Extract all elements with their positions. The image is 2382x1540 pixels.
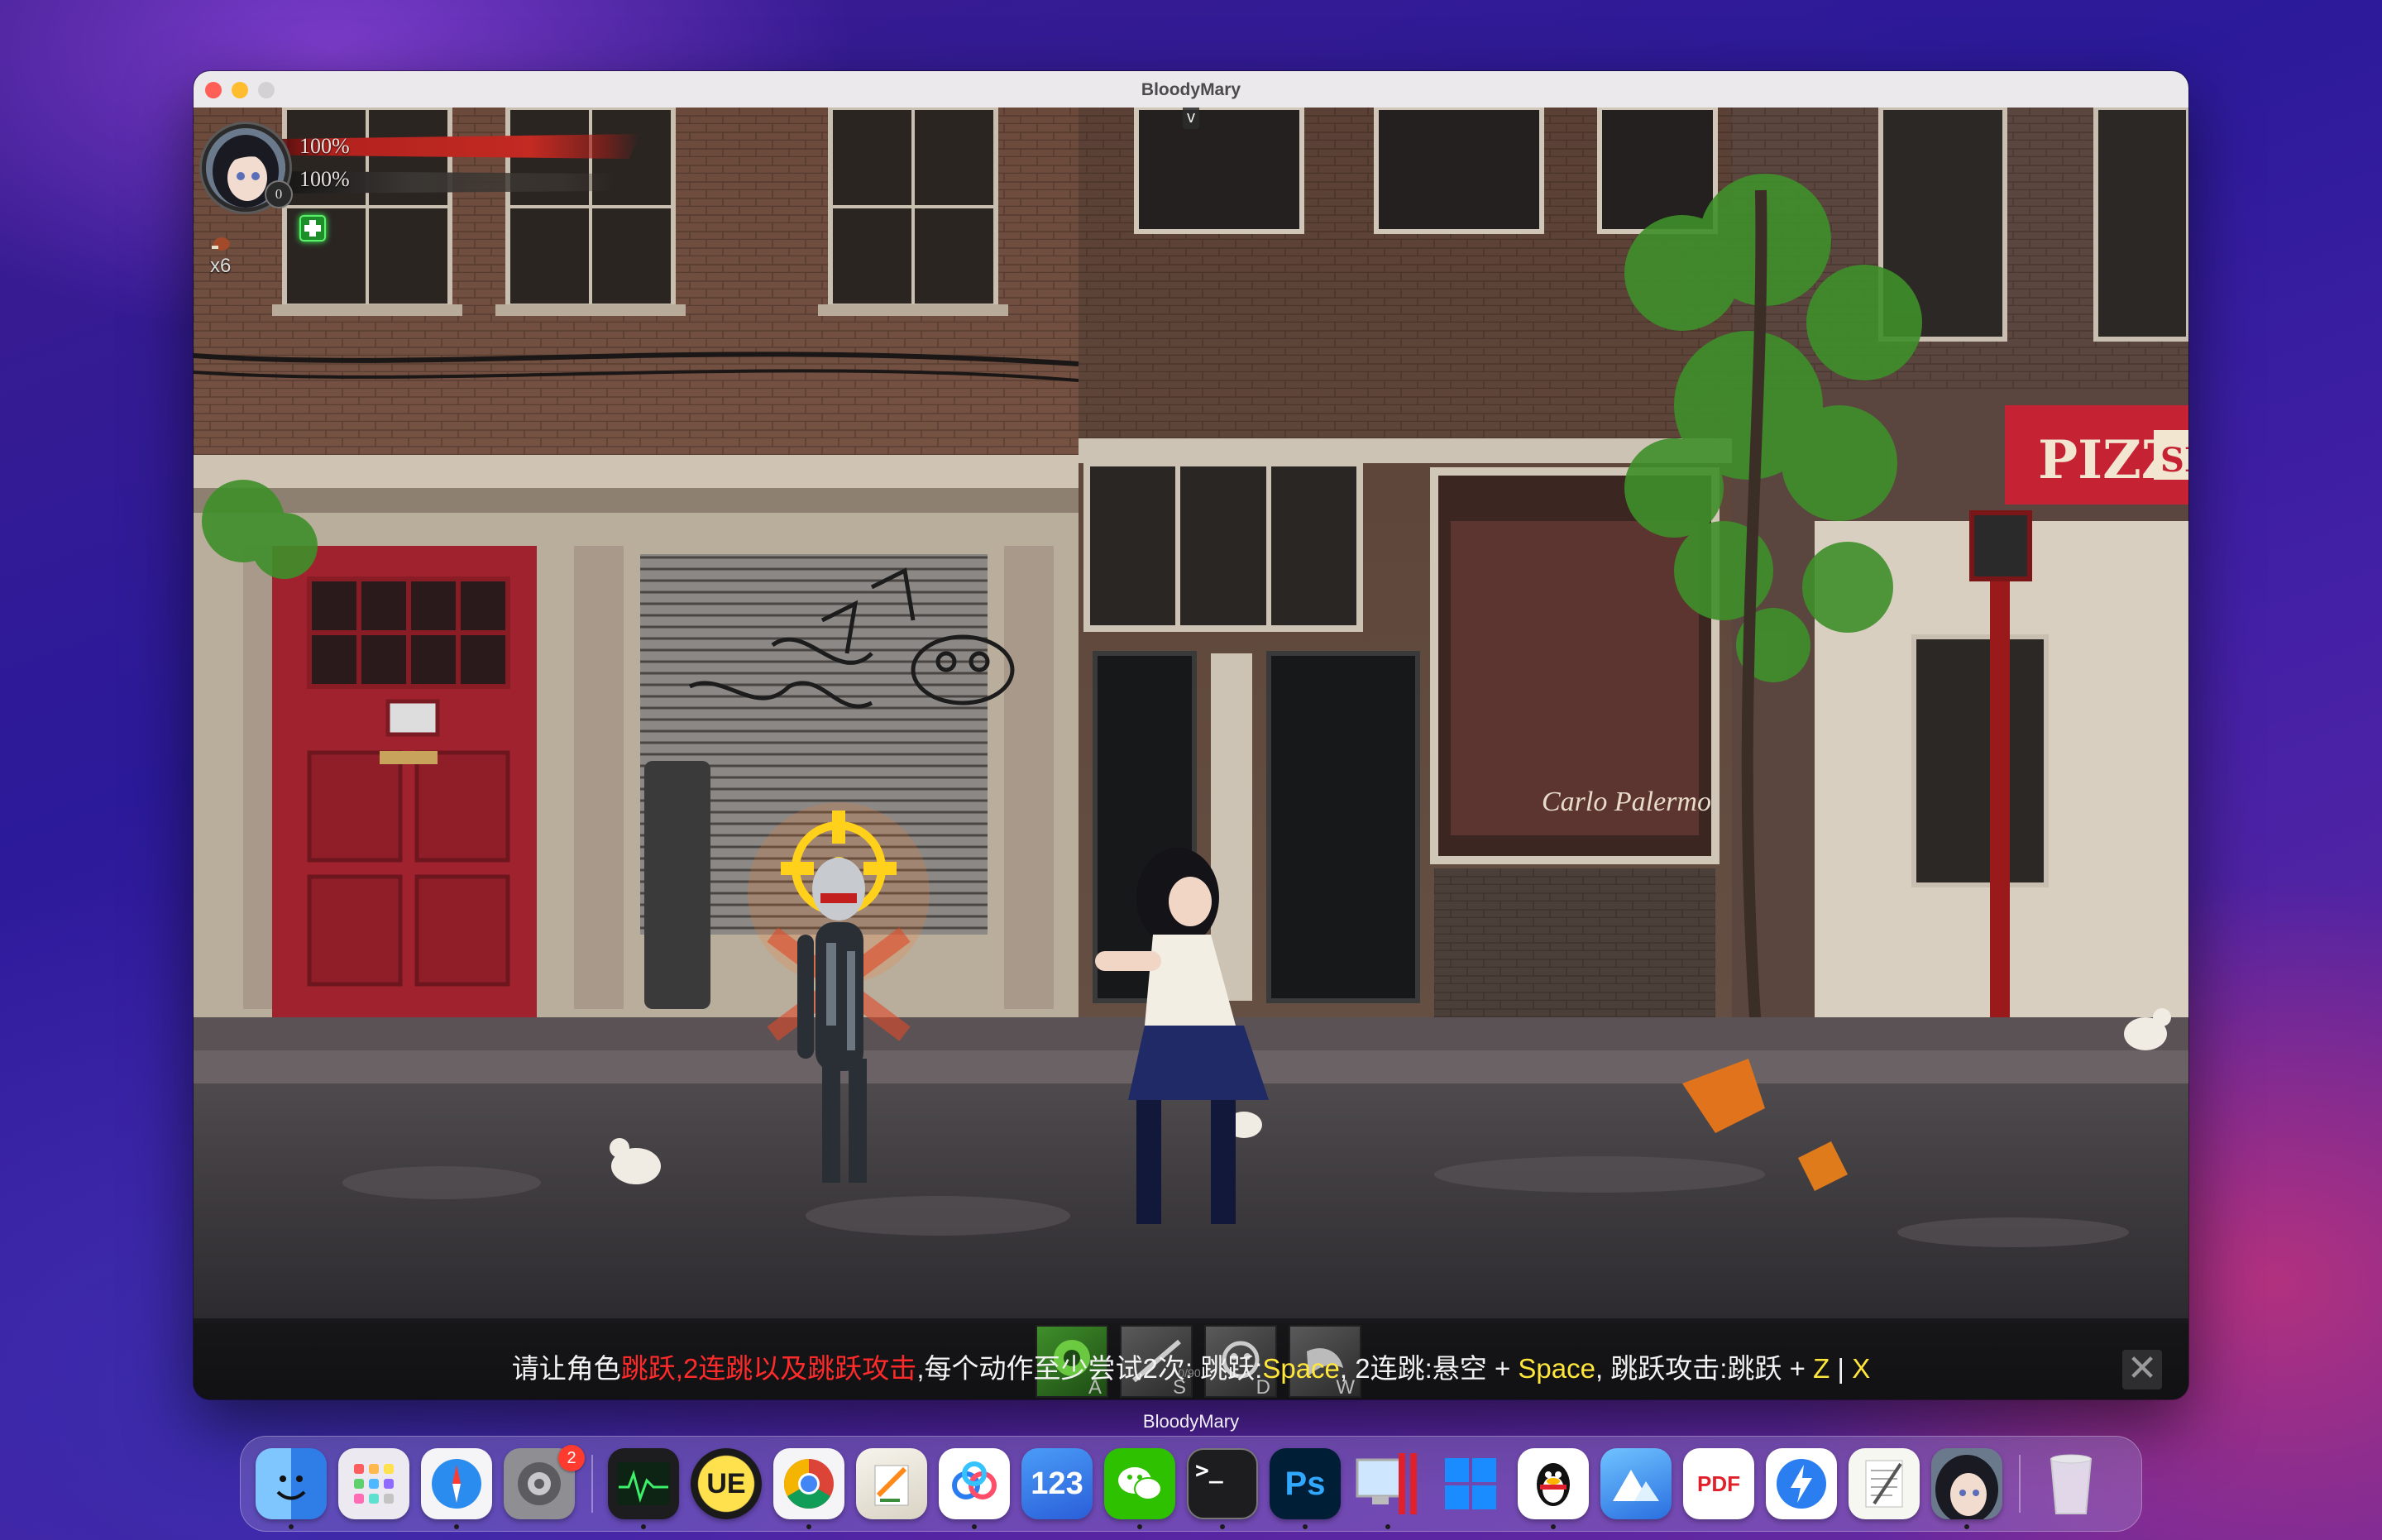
lives-count: x6 (210, 255, 232, 277)
windows-icon[interactable] (1435, 1448, 1506, 1519)
activity-monitor-running-dot (641, 1524, 646, 1529)
game-running-dot (1964, 1524, 1969, 1529)
unreal-engine-icon[interactable]: UE (691, 1448, 762, 1519)
tutorial-seg-6: Space (1518, 1353, 1595, 1384)
tutorial-seg-5: , 2连跳:悬空 + (1339, 1353, 1519, 1384)
tutorial-seg-7: , 跳跃攻击:跳跃 + (1595, 1353, 1814, 1384)
game-window: BloodyMary Carlo Palermo PIZ S v 100% 10… (194, 71, 2188, 1399)
parallels-icon[interactable] (1352, 1448, 1423, 1519)
window-script-text: Carlo Palermo (1542, 787, 1711, 817)
level-badge: 0 (265, 180, 293, 208)
cloud-icon[interactable] (939, 1448, 1010, 1519)
pages-icon[interactable] (856, 1448, 927, 1519)
mountain-icon[interactable] (1600, 1448, 1672, 1519)
dock-separator (591, 1455, 593, 1513)
skill-progress: 0/90 (1178, 1366, 1201, 1380)
numbers-123-icon[interactable]: 123 (1021, 1448, 1093, 1519)
pdf-icon[interactable]: PDF (1683, 1448, 1754, 1519)
top-toggle-button[interactable]: v (1183, 108, 1199, 129)
finder-running-dot (289, 1524, 294, 1529)
dock: 2 UE 123 >_ Ps PDF (240, 1436, 2142, 1532)
finder-icon[interactable] (256, 1448, 327, 1519)
terminal-icon[interactable]: >_ (1187, 1448, 1258, 1519)
window-title: BloodyMary (1141, 80, 1241, 99)
terminal-running-dot (1220, 1524, 1225, 1529)
title-bar[interactable]: BloodyMary (194, 71, 2188, 108)
street-scene: Carlo Palermo PIZZA SI (194, 108, 2188, 1323)
dock-hover-label: BloodyMary (1142, 1411, 1240, 1432)
qq-running-dot (1551, 1524, 1556, 1529)
lives-counter: x6 (210, 232, 232, 278)
activity-monitor-icon[interactable] (608, 1448, 679, 1519)
settings-badge: 2 (558, 1445, 585, 1471)
tutorial-seg-1: 请让角色 (511, 1353, 621, 1384)
wechat-running-dot (1137, 1524, 1142, 1529)
safari-icon[interactable] (421, 1448, 492, 1519)
launchpad-icon[interactable] (338, 1448, 409, 1519)
game-character-icon[interactable] (1931, 1448, 2002, 1519)
game-viewport[interactable]: Carlo Palermo PIZZA SI (194, 108, 2188, 1399)
photoshop-running-dot (1303, 1524, 1308, 1529)
chrome-icon[interactable] (773, 1448, 844, 1519)
tutorial-seg-2: 跳跃,2连跳以及跳跃攻击 (620, 1353, 917, 1384)
tutorial-seg-4: Space (1262, 1353, 1340, 1384)
close-tutorial-icon[interactable]: ✕ (2122, 1350, 2162, 1389)
parallels-running-dot (1385, 1524, 1390, 1529)
tutorial-seg-10: X (1852, 1353, 1871, 1384)
photoshop-icon[interactable]: Ps (1270, 1448, 1341, 1519)
tutorial-bar: A S D W 请让角色跳跃,2连跳以及跳跃攻击,每个动作至少尝试2次: 跳跃:… (194, 1318, 2188, 1399)
qq-penguin-icon[interactable] (1518, 1448, 1589, 1519)
heal-plus-icon (299, 215, 326, 242)
trash-icon[interactable] (2035, 1448, 2107, 1519)
safari-running-dot (454, 1524, 459, 1529)
health-text: 100% (299, 134, 350, 158)
chrome-running-dot (806, 1524, 811, 1529)
energy-text: 100% (299, 167, 350, 191)
wechat-icon[interactable] (1104, 1448, 1175, 1519)
bolt-icon[interactable] (1766, 1448, 1837, 1519)
pizza-sign-partial: SI (2160, 441, 2188, 480)
tutorial-seg-8: Z (1813, 1353, 1830, 1384)
cloud-running-dot (972, 1524, 977, 1529)
textedit-icon[interactable] (1849, 1448, 1920, 1519)
meat-icon (212, 237, 230, 251)
dock-separator-trash (2019, 1455, 2021, 1513)
tutorial-seg-9: | (1830, 1353, 1853, 1384)
